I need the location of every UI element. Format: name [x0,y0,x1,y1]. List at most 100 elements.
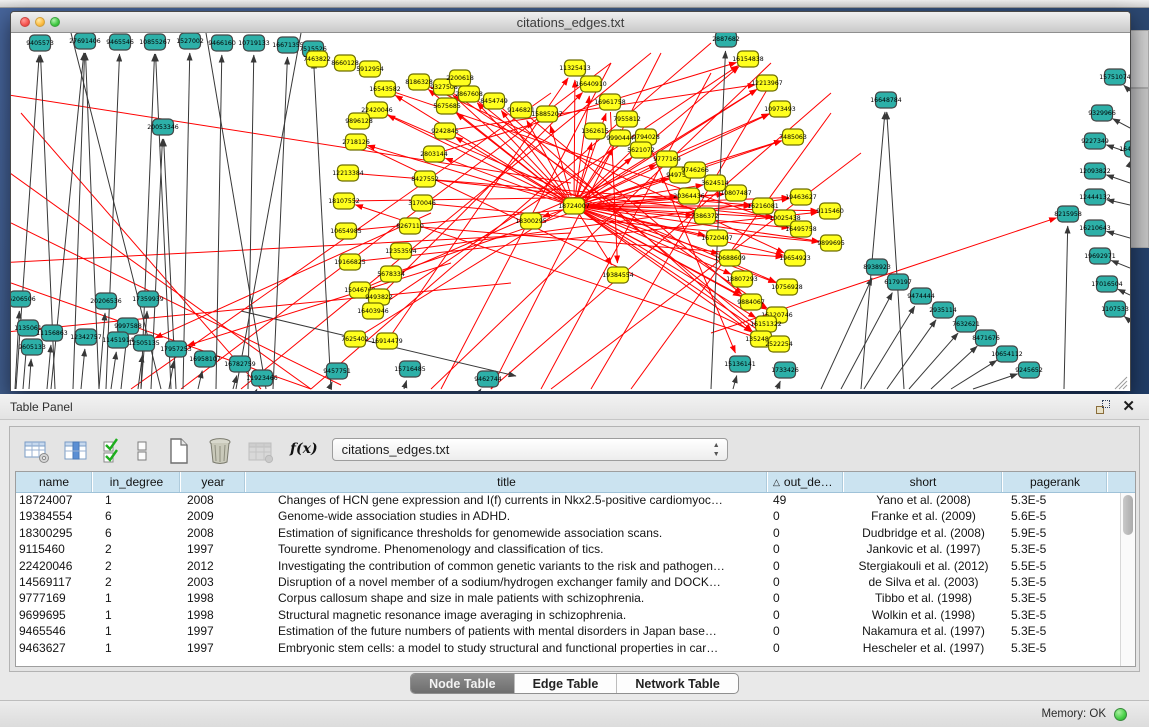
function-builder-icon[interactable]: f(x) [290,441,318,457]
citation-edge-black[interactable] [47,345,51,389]
graph-node-yellow[interactable]: 7386372 [691,208,719,224]
graph-node-teal[interactable]: 10855267 [139,34,171,50]
citation-edge-black[interactable] [733,376,737,389]
column-header-out_de[interactable]: △out_de… [768,472,844,492]
graph-node-yellow[interactable]: 8454749 [480,93,508,109]
citation-edge-black[interactable] [861,112,885,389]
graph-node-yellow[interactable]: 7463822 [303,51,331,67]
table-selector-dropdown[interactable]: citations_edges.txt ▲▼ [332,438,728,461]
graph-node-yellow[interactable]: 7955812 [613,111,641,127]
graph-node-teal[interactable]: 15716485 [394,361,426,377]
float-panel-icon[interactable] [1096,400,1110,414]
citation-edge-black[interactable] [1106,175,1130,183]
citation-edge-black[interactable] [1113,119,1130,128]
graph-node-yellow[interactable]: 16154838 [732,51,764,67]
graph-node-yellow[interactable]: 10756928 [771,279,803,295]
network-canvas[interactable]: 9405573276914069465546108552671527002946… [11,33,1130,391]
citation-edge-black[interactable] [973,374,1018,389]
citation-edge-black[interactable] [183,53,190,389]
graph-node-teal[interactable]: 16782759 [224,356,256,372]
graph-node-teal[interactable]: 2887682 [712,33,740,47]
graph-node-teal[interactable]: 1733426 [771,362,799,378]
graph-node-yellow[interactable]: 9777169 [653,151,681,167]
citation-edge-black[interactable] [1124,316,1130,321]
citation-edge-black[interactable] [198,371,202,389]
graph-node-teal[interactable]: 8938923 [863,259,891,275]
citation-edge-black[interactable] [1107,231,1130,238]
graph-node-yellow[interactable]: 19166825 [334,254,366,270]
unselect-all-icon[interactable] [136,434,148,464]
graph-node-teal[interactable]: 9405573 [26,35,54,51]
citation-network-graph[interactable]: 9405573276914069465546108552671527002946… [11,33,1130,391]
table-row[interactable]: 1456911722003Disruption of a novel membe… [16,575,1135,591]
graph-node-teal[interactable]: 2935114 [929,302,957,318]
graph-node-teal[interactable]: 15751074 [1099,69,1130,85]
select-all-icon[interactable] [102,434,122,464]
citation-edge-black[interactable] [273,57,287,389]
column-header-pagerank[interactable]: pagerank [1003,472,1108,492]
table-header-row[interactable]: namein_degreeyeartitle△out_de…shortpager… [16,472,1135,493]
graph-node-yellow[interactable]: 2718126 [342,134,370,150]
node-table[interactable]: namein_degreeyeartitle△out_de…shortpager… [15,471,1136,667]
table-row[interactable]: 2242004622012Investigating the contribut… [16,559,1135,575]
graph-node-teal[interactable]: 9462744 [474,371,502,387]
show-columns-icon[interactable] [64,434,88,464]
graph-node-yellow[interactable]: 8267110 [396,218,424,234]
graph-node-yellow[interactable]: 2867608 [455,86,483,102]
graph-node-yellow[interactable]: 9990444 [606,130,634,146]
graph-node-yellow[interactable]: 9884067 [737,294,765,310]
graph-node-yellow[interactable]: 2803144 [420,146,448,162]
graph-node-teal[interactable]: 9245652 [1015,362,1043,378]
tab-network-table[interactable]: Network Table [617,674,738,693]
close-panel-icon[interactable]: ✕ [1122,400,1135,414]
citation-edge-black[interactable] [99,313,105,389]
graph-node-teal[interactable]: 19692971 [1084,248,1116,264]
graph-node-yellow[interactable]: 9899695 [817,235,845,251]
table-body[interactable]: 1872400712008Changes of HCN gene express… [16,493,1135,657]
graph-node-yellow[interactable]: 5912954 [356,61,384,77]
graph-node-yellow[interactable]: 12353594 [385,243,417,259]
graph-node-teal[interactable]: 8215958 [1054,206,1082,222]
citation-edge-black[interactable] [314,61,331,389]
graph-node-teal[interactable]: 1107533 [1101,301,1129,317]
citation-edge-black[interactable] [1111,260,1130,268]
tab-node-table[interactable]: Node Table [411,674,514,693]
graph-node-yellow[interactable]: 5675685 [433,98,461,114]
graph-node-yellow[interactable]: 2522254 [765,336,793,352]
citation-edge-black[interactable] [156,54,171,389]
graph-node-teal[interactable]: 26206506 [11,291,36,307]
table-row[interactable]: 1872400712008Changes of HCN gene express… [16,493,1135,509]
graph-node-yellow[interactable]: 1362615 [581,123,609,139]
graph-node-yellow[interactable]: 9746266 [681,162,709,178]
citation-edge-black[interactable] [931,346,977,389]
citation-edge-black[interactable] [248,55,254,389]
table-row[interactable]: 969969511998Structural magnetic resonanc… [16,608,1135,624]
graph-node-yellow[interactable]: 9242845 [431,123,459,139]
column-header-name[interactable]: name [16,472,93,492]
graph-node-yellow[interactable]: 8660128 [331,55,359,71]
graph-node-teal[interactable]: 9457751 [323,363,351,379]
graph-node-teal[interactable]: 9605133 [18,339,46,355]
network-window-titlebar[interactable]: citations_edges.txt [11,12,1130,33]
table-row[interactable]: 1830029562008Estimation of significance … [16,526,1135,542]
citation-edge-black[interactable] [111,352,116,389]
graph-node-teal[interactable]: 1527002 [176,33,204,49]
graph-node-yellow[interactable]: 5621072 [627,142,655,158]
table-row[interactable]: 946362711997Embryonic stem cells: a mode… [16,641,1135,657]
tab-edge-table[interactable]: Edge Table [515,674,618,693]
table-row[interactable]: 1938455462009Genome-wide association stu… [16,509,1135,525]
graph-node-yellow[interactable]: 2200618 [446,70,474,86]
graph-node-yellow[interactable]: 19463627 [785,189,817,205]
graph-node-yellow[interactable]: 5678334 [377,266,405,282]
new-document-icon[interactable] [168,434,190,464]
citation-edge-black[interactable] [216,55,222,389]
citation-edge-black[interactable] [1118,289,1130,295]
graph-node-teal[interactable]: 10654112 [991,346,1023,362]
graph-node-teal[interactable]: 9466160 [208,35,236,51]
graph-node-yellow[interactable]: 10688609 [714,250,746,266]
citation-edge-red[interactable] [579,214,611,264]
graph-node-teal[interactable]: 9227349 [1081,133,1109,149]
citation-edge-black[interactable] [236,33,301,389]
column-header-title[interactable]: title [246,472,768,492]
graph-node-teal[interactable]: 16210643 [1079,220,1111,236]
